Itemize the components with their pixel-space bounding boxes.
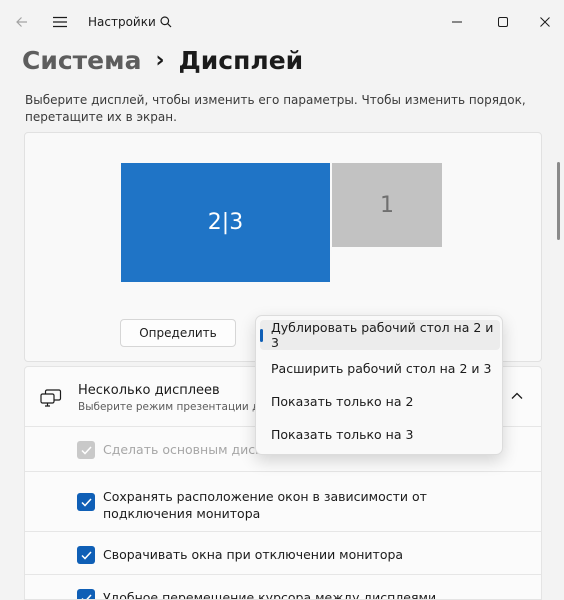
checkmark-icon xyxy=(80,550,92,560)
minimize-windows-checkbox[interactable] xyxy=(77,546,95,564)
back-arrow-icon xyxy=(16,17,27,27)
checkmark-icon xyxy=(80,593,92,599)
back-button[interactable] xyxy=(6,0,38,44)
monitor-1[interactable]: 1 xyxy=(332,163,442,247)
checkmark-icon xyxy=(80,445,92,455)
dropdown-option-label: Показать только на 3 xyxy=(271,426,414,442)
minimize-button[interactable] xyxy=(434,0,480,44)
remember-windows-checkbox[interactable] xyxy=(77,493,95,511)
multiple-displays-subtitle: Выберите режим презентации для д xyxy=(78,401,283,413)
multiple-monitors-icon xyxy=(40,389,62,407)
remember-windows-label: Сохранять расположение окон в зависимост… xyxy=(103,489,427,521)
title-bar: Настройки xyxy=(0,0,564,44)
option-row-remember-windows: Сохранять расположение окон в зависимост… xyxy=(25,472,541,532)
option-row-minimize-windows: Сворачивать окна при отключении монитора xyxy=(25,532,541,575)
dropdown-option-label: Показать только на 2 xyxy=(271,393,414,409)
search-button[interactable] xyxy=(152,0,180,44)
dropdown-option-only-3[interactable]: Показать только на 3 xyxy=(260,419,500,449)
page-title: Дисплей xyxy=(178,45,304,75)
dropdown-option-label: Дублировать рабочий стол на 2 и 3 xyxy=(271,320,494,350)
monitor-2-3[interactable]: 2|3 xyxy=(121,163,330,282)
window-title: Настройки xyxy=(88,15,156,29)
minimize-windows-label: Сворачивать окна при отключении монитора xyxy=(103,547,404,562)
close-button[interactable] xyxy=(526,0,564,44)
breadcrumb-parent-link[interactable]: Система xyxy=(22,46,141,75)
multiple-displays-title: Несколько дисплеев xyxy=(78,383,220,398)
checkmark-icon xyxy=(80,497,92,507)
option-row-cursor-movement: Удобное перемещение курсора между диспле… xyxy=(25,575,541,600)
arrangement-instructions: Выберите дисплей, чтобы изменить его пар… xyxy=(25,93,526,124)
dropdown-option-label: Расширить рабочий стол на 2 и 3 xyxy=(271,360,492,376)
cursor-movement-checkbox[interactable] xyxy=(77,589,95,599)
breadcrumb: Система › Дисплей xyxy=(22,42,303,78)
chevron-up-icon[interactable] xyxy=(510,391,524,401)
dropdown-option-extend[interactable]: Расширить рабочий стол на 2 и 3 xyxy=(260,353,500,383)
presentation-mode-dropdown: Дублировать рабочий стол на 2 и 3 Расшир… xyxy=(255,315,503,455)
selection-indicator xyxy=(260,329,263,342)
minimize-icon xyxy=(452,21,462,23)
monitor-label: 1 xyxy=(380,192,394,218)
monitor-label: 2|3 xyxy=(207,210,244,235)
breadcrumb-separator: › xyxy=(155,47,165,73)
search-icon xyxy=(160,16,172,28)
cursor-movement-label: Удобное перемещение курсора между диспле… xyxy=(103,590,437,600)
dropdown-option-duplicate[interactable]: Дублировать рабочий стол на 2 и 3 xyxy=(260,320,500,350)
dropdown-option-only-2[interactable]: Показать только на 2 xyxy=(260,386,500,416)
maximize-button[interactable] xyxy=(480,0,526,44)
identify-button[interactable]: Определить xyxy=(120,319,236,347)
hamburger-icon xyxy=(53,16,67,28)
page-scrollbar[interactable] xyxy=(557,162,560,240)
close-icon xyxy=(540,17,550,27)
nav-menu-button[interactable] xyxy=(44,0,76,44)
maximize-icon xyxy=(498,17,508,27)
main-display-checkbox[interactable] xyxy=(77,441,95,459)
